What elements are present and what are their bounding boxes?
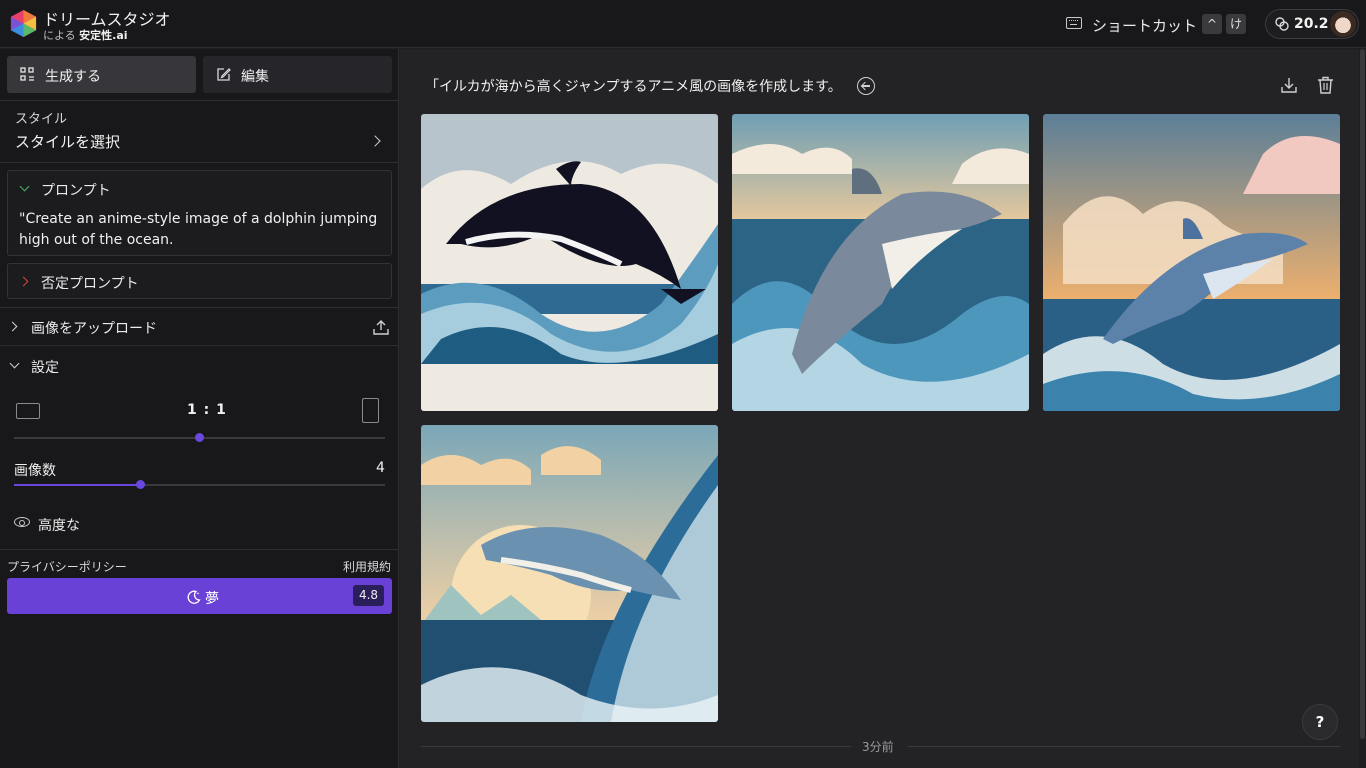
- portrait-ratio-icon[interactable]: [362, 398, 379, 423]
- dreamstudio-logo-icon[interactable]: [9, 9, 38, 38]
- chevron-down-icon[interactable]: [19, 181, 30, 192]
- chevron-right-icon[interactable]: [369, 135, 381, 147]
- main-content: 「イルカが海から高くジャンプするアニメ風の画像を作成します。 3分前 ?: [400, 49, 1366, 768]
- style-label: スタイル: [15, 112, 68, 127]
- scrollbar-thumb[interactable]: [1360, 49, 1365, 739]
- prompt-input[interactable]: "Create an anime-style image of a dolphi…: [19, 209, 379, 251]
- prompt-card: プロンプト "Create an anime-style image of a …: [7, 170, 392, 256]
- tab-generate[interactable]: 生成する: [7, 56, 196, 93]
- divider: [0, 549, 399, 550]
- image-count-slider-fill: [14, 484, 141, 486]
- shortcut-key-k: け: [1226, 14, 1246, 34]
- generation-timestamp: 3分前: [862, 740, 894, 754]
- chevron-down-icon[interactable]: [9, 358, 20, 369]
- divider: [908, 746, 1340, 747]
- aspect-ratio-slider-thumb[interactable]: [195, 433, 204, 442]
- image-count-label: 画像数: [14, 463, 56, 479]
- chevron-right-icon[interactable]: [7, 321, 18, 332]
- landscape-ratio-icon[interactable]: [16, 403, 40, 419]
- top-bar: ドリームスタジオ による 安定性.ai ショートカット ^ け 20.2: [0, 0, 1366, 48]
- app-subtitle: による 安定性.ai: [43, 27, 128, 43]
- edit-icon: [217, 68, 231, 81]
- help-button[interactable]: ?: [1302, 704, 1338, 740]
- cost-badge: 4.8: [353, 585, 384, 606]
- dream-button-label: 夢: [205, 591, 219, 607]
- settings-title[interactable]: 設定: [31, 357, 59, 377]
- negative-prompt-card[interactable]: 否定プロンプト: [7, 263, 392, 299]
- image-count-slider-thumb[interactable]: [135, 480, 145, 489]
- style-selector[interactable]: スタイルを選択: [15, 131, 120, 152]
- tab-edit-label: 編集: [241, 69, 269, 85]
- credits-icon: [1275, 17, 1289, 31]
- privacy-policy-link[interactable]: プライバシーポリシー: [7, 558, 127, 575]
- avatar[interactable]: [1330, 11, 1356, 37]
- tab-generate-label: 生成する: [45, 69, 101, 85]
- generation-prompt-heading: 「イルカが海から高くジャンプするアニメ風の画像を作成します。: [425, 79, 842, 95]
- negative-prompt-title: 否定プロンプト: [41, 276, 139, 292]
- subtitle-prefix: による: [43, 29, 76, 42]
- dolphin-image-4[interactable]: [421, 425, 718, 722]
- shortcut-key-ctrl: ^: [1202, 14, 1222, 34]
- prompt-title[interactable]: プロンプト: [41, 180, 111, 200]
- credits-value: 20.2: [1294, 16, 1329, 32]
- upload-image-toggle[interactable]: 画像をアップロード: [31, 318, 157, 338]
- shortcut-button[interactable]: ショートカット: [1092, 15, 1197, 36]
- upload-icon[interactable]: [373, 319, 389, 335]
- dolphin-image-2[interactable]: [732, 114, 1029, 411]
- moon-icon: [187, 590, 201, 604]
- tab-edit[interactable]: 編集: [203, 56, 392, 93]
- dream-button[interactable]: 夢 4.8: [7, 578, 392, 614]
- advanced-toggle[interactable]: 高度な: [38, 515, 80, 535]
- divider: [0, 345, 399, 346]
- divider: [0, 100, 399, 101]
- dolphin-image-1[interactable]: [421, 114, 718, 411]
- terms-link[interactable]: 利用規約: [343, 558, 391, 575]
- chevron-right-icon: [18, 276, 29, 287]
- trash-icon[interactable]: [1317, 76, 1334, 94]
- sidebar: 生成する 編集 スタイル スタイルを選択 プロンプト "Create an an…: [0, 49, 399, 768]
- divider: [0, 162, 399, 163]
- aspect-ratio-value: 1 : 1: [187, 402, 227, 418]
- divider: [0, 307, 399, 308]
- keyboard-icon[interactable]: [1066, 17, 1082, 29]
- download-icon[interactable]: [1280, 76, 1298, 94]
- dolphin-image-3[interactable]: [1043, 114, 1340, 411]
- divider: [421, 746, 851, 747]
- reuse-prompt-icon[interactable]: [857, 77, 875, 95]
- subtitle-brand: 安定性.ai: [79, 29, 128, 42]
- grid-icon: [20, 67, 34, 81]
- eye-icon[interactable]: [14, 517, 30, 527]
- image-count-value: 4: [376, 460, 385, 476]
